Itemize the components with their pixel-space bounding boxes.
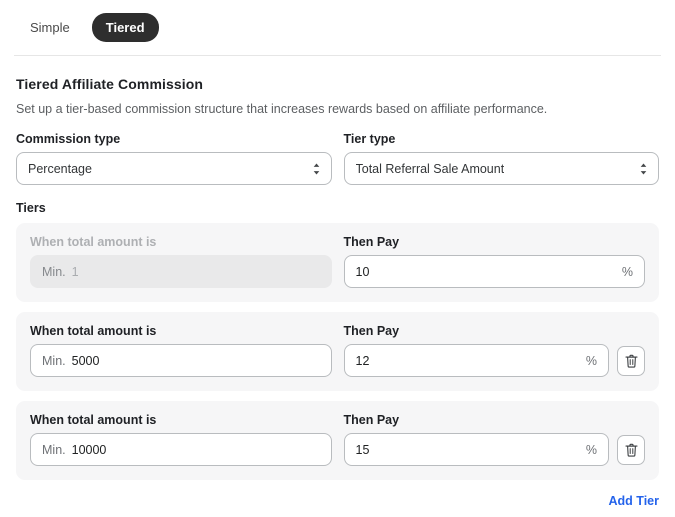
tier-amount-field: When total amount is Min. 1 — [30, 235, 332, 288]
commission-type-field: Commission type Percentage — [16, 132, 332, 185]
percent-suffix: % — [621, 264, 633, 279]
pay-value: 15 — [355, 442, 370, 457]
tier-pay-field: Then Pay 10 % — [343, 235, 645, 288]
pay-value: 12 — [355, 353, 370, 368]
percent-suffix: % — [585, 353, 597, 368]
tab-bar: Simple Tiered — [0, 0, 675, 55]
tier-pay-field: Then Pay 12 % — [343, 324, 645, 377]
tab-simple[interactable]: Simple — [16, 13, 84, 42]
min-value: 1 — [71, 264, 79, 279]
chevron-up-down-icon — [640, 163, 647, 174]
tier-amount-label: When total amount is — [30, 324, 157, 338]
tier-row: When total amount is Min. 5000 Then Pay … — [16, 312, 659, 391]
tier-pay-input[interactable]: 15 % — [343, 433, 609, 466]
tier-min-amount-input: Min. 1 — [30, 255, 332, 288]
tier-amount-field: When total amount is Min. 5000 — [30, 324, 332, 377]
tier-amount-label: When total amount is — [30, 413, 157, 427]
delete-tier-button[interactable] — [617, 434, 645, 465]
tier-pay-label: Then Pay — [343, 324, 400, 338]
tier-pay-field: Then Pay 15 % — [343, 413, 645, 466]
type-selectors-row: Commission type Percentage Tier type Tot… — [16, 132, 659, 185]
tier-row: When total amount is Min. 10000 Then Pay… — [16, 401, 659, 480]
tier-pay-input[interactable]: 12 % — [343, 344, 609, 377]
commission-type-value: Percentage — [28, 161, 92, 176]
tier-min-amount-input[interactable]: Min. 5000 — [30, 344, 332, 377]
tiers-footer: Add Tier — [0, 490, 675, 508]
min-value: 5000 — [71, 353, 100, 368]
tier-amount-field: When total amount is Min. 10000 — [30, 413, 332, 466]
tier-type-label: Tier type — [343, 132, 396, 146]
tier-type-value: Total Referral Sale Amount — [355, 161, 505, 176]
commission-type-label: Commission type — [16, 132, 121, 146]
commission-settings-panel: Tiered Affiliate Commission Set up a tie… — [0, 56, 675, 480]
page-title: Tiered Affiliate Commission — [16, 76, 204, 92]
delete-tier-button[interactable] — [617, 345, 645, 376]
tab-tiered[interactable]: Tiered — [91, 13, 159, 42]
page-description: Set up a tier-based commission structure… — [16, 102, 548, 116]
tier-pay-label: Then Pay — [343, 235, 400, 249]
commission-type-select[interactable]: Percentage — [16, 152, 332, 185]
add-tier-button[interactable]: Add Tier — [609, 494, 659, 508]
chevron-up-down-icon — [313, 163, 319, 174]
tier-amount-label: When total amount is — [30, 235, 157, 249]
tier-row: When total amount is Min. 1 Then Pay 10 … — [16, 223, 659, 302]
tier-pay-input[interactable]: 10 % — [343, 255, 645, 288]
tier-type-select[interactable]: Total Referral Sale Amount — [343, 152, 659, 185]
pay-value: 10 — [355, 264, 370, 279]
tier-pay-label: Then Pay — [343, 413, 400, 427]
min-prefix: Min. — [42, 442, 66, 457]
min-value: 10000 — [71, 442, 107, 457]
tiers-section-label: Tiers — [16, 201, 46, 215]
tier-min-amount-input[interactable]: Min. 10000 — [30, 433, 332, 466]
tier-type-field: Tier type Total Referral Sale Amount — [343, 132, 659, 185]
trash-icon — [624, 354, 638, 368]
percent-suffix: % — [585, 442, 597, 457]
min-prefix: Min. — [42, 353, 66, 368]
trash-icon — [624, 443, 638, 457]
min-prefix: Min. — [42, 264, 66, 279]
